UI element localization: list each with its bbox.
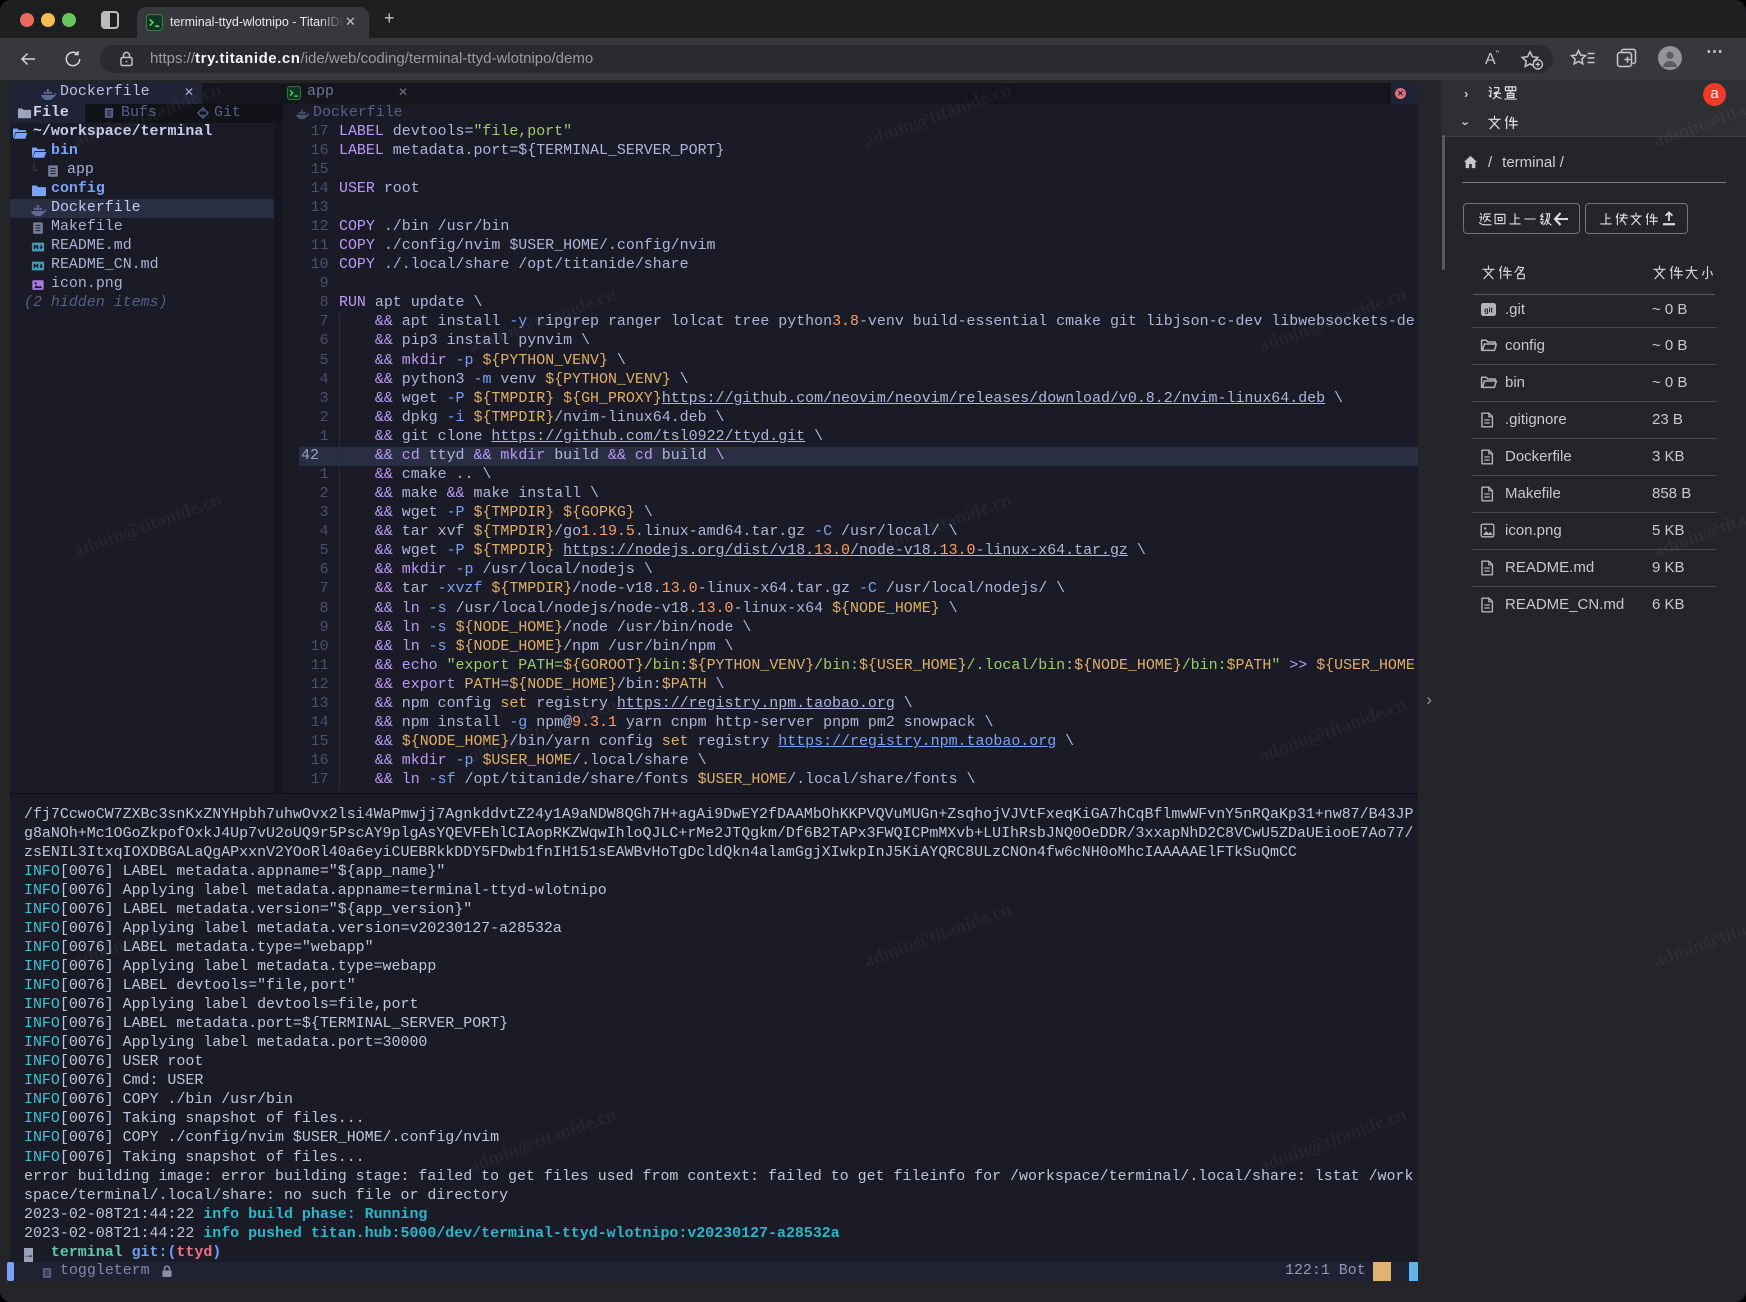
svg-text:git: git [1484,306,1493,315]
